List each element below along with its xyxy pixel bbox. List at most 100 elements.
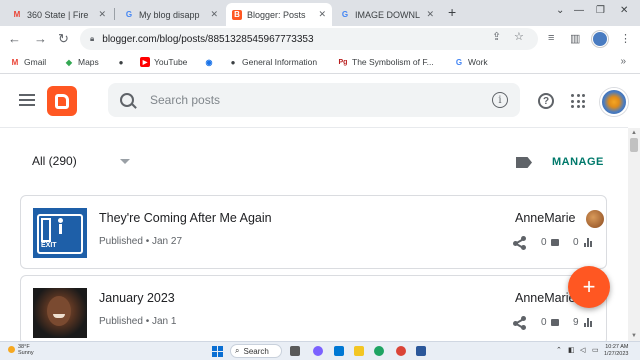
star-icon[interactable]: ☆ [514,30,524,43]
file-explorer-icon[interactable] [354,346,364,356]
post-card[interactable]: January 2023 Published • Jan 1 AnneMarie… [20,275,607,345]
bookmark-symbolism[interactable]: Pg The Symbolism of F... [338,57,434,67]
bookmark-general-information[interactable]: ● General Information [228,57,318,67]
bookmark-maps[interactable]: ◆ Maps [64,57,99,67]
stats-bar-icon [584,238,592,247]
scrollbar-thumb[interactable] [630,138,638,152]
post-card[interactable]: EXIT They're Coming After Me Again Publi… [20,195,607,269]
author-avatar [586,210,604,228]
browser-tab-strip: M 360 State | Fire ✕ G My blog disapp ✕ … [0,0,640,26]
manage-button[interactable]: MANAGE [552,156,604,168]
blogger-logo-icon[interactable] [47,86,77,116]
restore-icon[interactable]: ❐ [596,5,605,16]
post-title[interactable]: January 2023 [99,291,175,305]
search-input[interactable] [150,93,450,107]
battery-icon[interactable]: ▭ [592,346,599,354]
tab-title: Blogger: Posts [247,9,306,20]
google-icon: G [341,10,349,19]
windows-taskbar: 38°F Sunny ⌕ Search ⌃ ◧ ◁ ▭ 10:27 AM 1/2… [0,341,640,360]
chevron-down-icon[interactable]: ⌄ [556,5,564,16]
help-icon[interactable]: ? [538,93,554,109]
bookmark-work[interactable]: G Work [454,57,488,67]
search-bar[interactable]: i [108,83,520,117]
side-panel-icon[interactable]: ▥ [570,32,580,45]
volume-icon[interactable]: ◁ [580,346,585,354]
media-control-icon[interactable]: ≡ [548,32,554,44]
view-count: 9 [573,317,579,328]
chat-icon[interactable] [313,346,323,356]
edge-icon[interactable] [374,346,384,356]
apps-grid-icon[interactable] [571,94,585,108]
post-status: Published • Jan 27 [99,236,183,247]
new-tab-button[interactable]: + [448,4,456,20]
dropdown-caret-icon[interactable] [120,159,130,164]
store-icon[interactable] [416,346,426,356]
scroll-down-icon[interactable]: ▼ [631,333,637,339]
chrome-icon[interactable] [396,346,406,356]
close-window-icon[interactable]: ✕ [620,5,628,16]
bookmark-gmail[interactable]: M Gmail [10,57,47,67]
account-avatar[interactable] [600,88,628,116]
bookmark-saved[interactable]: ◉ [204,57,218,67]
taskbar-search-label: Search [243,346,269,356]
tab-image-download[interactable]: G IMAGE DOWNL ✕ [334,3,440,26]
chevron-up-icon[interactable]: ⌃ [556,346,562,354]
share-icon[interactable] [513,236,527,250]
url-text[interactable]: blogger.com/blog/posts/88513285459677733… [102,34,313,45]
post-title[interactable]: They're Coming After Me Again [99,211,272,225]
post-thumbnail-portrait [33,288,87,338]
post-author: AnneMarie [515,211,576,225]
info-icon[interactable]: i [492,92,508,108]
bookmark-icon: ◉ [205,57,213,67]
close-icon[interactable]: ✕ [426,9,434,20]
bookmark-youtube[interactable]: ▶ YouTube [140,57,187,67]
tab-my-blog[interactable]: G My blog disapp ✕ [118,3,224,26]
plus-icon: + [582,274,596,299]
taskbar-search[interactable]: ⌕ Search [230,344,282,358]
close-icon[interactable]: ✕ [318,9,326,20]
minimize-icon[interactable]: — [574,5,584,16]
close-icon[interactable]: ✕ [210,9,218,20]
comment-icon [551,319,559,326]
tab-blogger-posts[interactable]: B Blogger: Posts ✕ [226,3,332,26]
tab-divider [114,8,115,20]
network-icon[interactable]: ◧ [568,346,575,354]
scroll-up-icon[interactable]: ▲ [631,130,637,136]
comment-count: 0 [541,237,547,248]
chevron-right-icon[interactable]: » [620,56,626,67]
page-scrollbar[interactable]: ▲ ▼ [628,128,640,341]
new-post-button[interactable]: + [568,266,610,308]
profile-avatar[interactable] [592,31,608,47]
gmail-icon: M [13,10,21,19]
post-filter-dropdown[interactable]: All (290) [32,154,77,168]
task-view-icon[interactable] [290,346,300,356]
post-thumbnail-exit-sign: EXIT [33,208,87,258]
back-arrow-icon[interactable]: ← [8,31,21,46]
reload-icon[interactable]: ↻ [58,31,69,47]
gmail-icon: M [11,57,19,67]
address-bar[interactable]: 🔒︎ blogger.com/blog/posts/88513285459677… [80,28,538,50]
hamburger-menu-icon[interactable] [19,94,35,106]
youtube-icon: ▶ [140,57,150,67]
windows-start-icon[interactable] [212,346,223,357]
tab-360-state[interactable]: M 360 State | Fire ✕ [6,3,112,26]
close-icon[interactable]: ✕ [98,9,106,20]
bookmark-label: Work [468,57,488,67]
post-author: AnneMarie [515,291,576,305]
share-icon[interactable] [513,316,527,330]
google-icon: G [125,10,133,19]
weather-widget[interactable]: 38°F Sunny [8,344,34,356]
share-page-icon[interactable]: ⇪ [492,30,501,43]
bookmark-globe[interactable]: ● [116,57,130,67]
search-icon[interactable] [120,93,134,107]
mail-icon[interactable] [334,346,344,356]
comment-count: 0 [541,317,547,328]
forward-arrow-icon[interactable]: → [34,31,47,46]
system-clock[interactable]: 10:27 AM 1/27/2023 [604,344,628,358]
pg-icon: Pg [338,58,348,66]
post-status: Published • Jan 1 [99,316,177,327]
more-menu-icon[interactable]: ⋮ [620,32,631,45]
blogger-app-bar: i [0,74,628,128]
comment-icon [551,239,559,246]
label-icon[interactable] [516,157,532,168]
